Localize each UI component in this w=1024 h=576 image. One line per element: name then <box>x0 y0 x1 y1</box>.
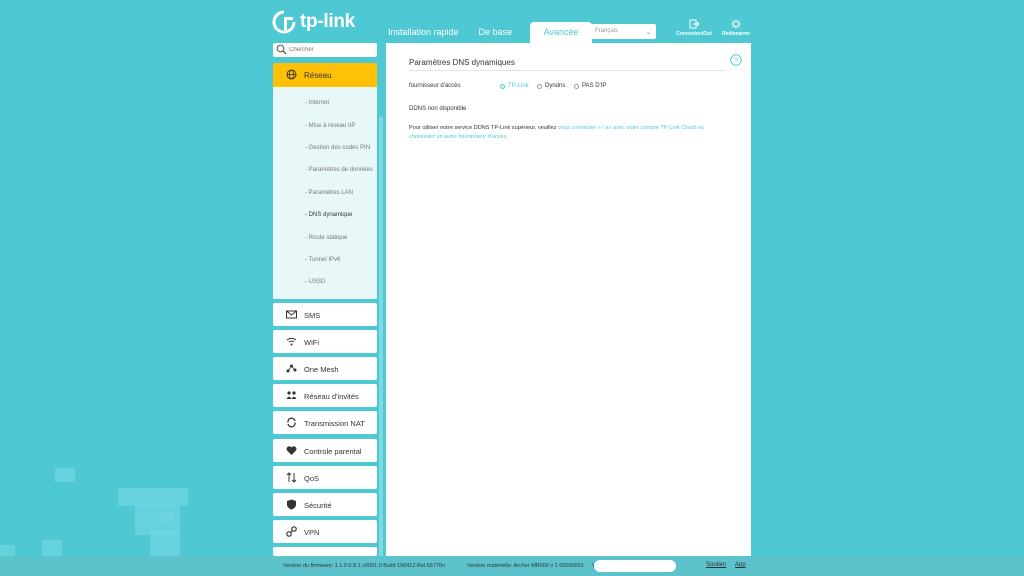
reboot-label: Redémarrer <box>721 31 751 37</box>
decorative-block <box>118 488 188 506</box>
decorative-block <box>55 468 75 482</box>
decorative-block <box>42 540 62 556</box>
choose-provider-link[interactable]: choisissez un autre fournisseur d'accès. <box>409 134 508 140</box>
radio-dot <box>574 83 579 89</box>
sidebar-item-one-mesh[interactable]: One Mesh <box>273 357 377 380</box>
radio-dot <box>500 83 505 89</box>
heart-icon <box>286 446 297 455</box>
decorative-block <box>0 545 15 556</box>
globe-icon <box>286 69 297 80</box>
search-icon <box>276 44 287 55</box>
tp-link-logo-icon <box>272 10 296 34</box>
sidebar-item-label: VPN <box>304 528 320 537</box>
logout-icon <box>689 19 699 29</box>
hardware-version: Version matérielle: Archer MR600 v 1 000… <box>467 563 584 569</box>
tab-quick-setup[interactable]: Installation rapide <box>378 22 469 43</box>
guests-icon <box>286 391 297 399</box>
footer: Version du firmware: 1.1.0 0.9.1 v0001.0… <box>0 556 1024 576</box>
submenu-item-network-mode[interactable]: - Mise à réseau IIP <box>305 123 355 129</box>
radio-dot <box>537 83 542 89</box>
submenu-item-pin-management[interactable]: - Gestion des codes PIN <box>305 145 370 151</box>
language-select[interactable]: Français ⌄ <box>589 24 656 39</box>
tp-link-logo: tp-link <box>272 10 355 34</box>
search-box <box>273 43 377 57</box>
qos-icon <box>286 472 297 483</box>
vpn-icon <box>286 526 297 537</box>
redacted-field <box>594 560 676 572</box>
chevron-down-icon: ⌄ <box>645 27 652 36</box>
provider-radio-dyndns[interactable]: Dyndns <box>537 83 565 89</box>
page-title: Paramètres DNS dynamiques <box>409 58 515 67</box>
sidebar-item-vpn[interactable]: VPN <box>273 520 377 543</box>
provider-radio-no-ip[interactable]: PAS D'IP <box>574 83 606 89</box>
decorative-block <box>160 512 174 522</box>
sidebar-item-label: Réseau <box>304 71 332 80</box>
radio-label: PAS D'IP <box>582 83 607 89</box>
sidebar-item-label: Réseau d'invités <box>304 392 359 401</box>
sidebar-item-wifi[interactable]: WiFi <box>273 330 377 353</box>
network-submenu: - Internet - Mise à réseau IIP - Gestion… <box>273 87 377 299</box>
sidebar-item-qos[interactable]: QoS <box>273 466 377 489</box>
title-divider <box>409 70 726 71</box>
envelope-icon <box>286 310 297 319</box>
logout-label: Connexion/Out <box>676 31 712 37</box>
app-link[interactable]: App <box>735 562 746 568</box>
reboot-button[interactable]: Redémarrer <box>711 19 761 37</box>
main-content: Paramètres DNS dynamiques ? fournisseur … <box>386 43 751 563</box>
submenu-item-ipv6-tunnel[interactable]: - Tunnel IPv6 <box>305 257 340 263</box>
sidebar-item-security[interactable]: Sécurité <box>273 493 377 516</box>
top-tabs: Installation rapide De base Avancée <box>378 22 593 43</box>
info-text: Pour utiliser notre service DDNS TP-Link… <box>409 125 557 131</box>
tab-advanced[interactable]: Avancée <box>530 22 593 43</box>
sidebar-item-label: SMS <box>304 311 321 320</box>
sidebar-item-label: Sécurité <box>304 501 332 510</box>
sidebar-item-guest-network[interactable]: Réseau d'invités <box>273 384 377 407</box>
provider-radio-tplink[interactable]: TP-Link <box>500 83 529 89</box>
nat-icon <box>287 417 296 428</box>
sidebar-item-sms[interactable]: SMS <box>273 303 377 326</box>
submenu-item-static-route[interactable]: - Route statique <box>305 235 347 241</box>
decorative-block <box>150 530 180 556</box>
submenu-item-data-settings[interactable]: - Paramètres de données <box>305 167 373 173</box>
sidebar-scrollbar[interactable] <box>379 117 383 557</box>
sidebar-item-nat-forwarding[interactable]: Transmission NAT <box>273 411 377 434</box>
provider-label: fournisseur d'accès <box>409 83 461 89</box>
login-cloud-link[interactable]: vous connecter » / a» avec votre compte … <box>558 125 703 131</box>
submenu-item-internet[interactable]: - Internet <box>305 100 329 106</box>
tab-basic[interactable]: De base <box>469 22 523 43</box>
brand-name: tp-link <box>300 11 355 32</box>
reboot-icon <box>731 19 741 29</box>
sidebar-item-partial[interactable] <box>273 547 377 556</box>
sidebar-item-label: Controle parental <box>304 447 362 456</box>
svg-text:?: ? <box>734 56 738 65</box>
support-link[interactable]: Soutien <box>706 562 726 568</box>
radio-label: Dyndns <box>545 83 566 89</box>
shield-icon <box>287 499 296 510</box>
firmware-version: Version du firmware: 1.1.0 0.9.1 v0001.0… <box>283 563 446 569</box>
sidebar-item-label: One Mesh <box>304 365 339 374</box>
ddns-status: DDNS non disponible <box>409 106 467 112</box>
sidebar-item-label: WiFi <box>304 338 319 347</box>
sidebar-item-parental-control[interactable]: Controle parental <box>273 439 377 462</box>
submenu-item-ussd[interactable]: - USSD <box>305 279 325 285</box>
submenu-item-lan-settings[interactable]: - Paramètres LAN <box>305 190 353 196</box>
help-icon[interactable]: ? <box>730 54 742 66</box>
wifi-icon <box>286 337 297 346</box>
sidebar-item-label: QoS <box>304 474 320 483</box>
sidebar-item-label: Transmission NAT <box>304 419 365 428</box>
submenu-item-dynamic-dns[interactable]: - DNS dynamique <box>305 212 352 218</box>
ddns-info: Pour utiliser notre service DDNS TP-Link… <box>409 124 719 142</box>
mesh-icon <box>286 364 297 373</box>
search-input[interactable] <box>289 43 373 57</box>
language-value: Français <box>595 28 619 34</box>
sidebar-item-network[interactable]: Réseau <box>273 63 377 87</box>
radio-label: TP-Link <box>508 83 529 89</box>
